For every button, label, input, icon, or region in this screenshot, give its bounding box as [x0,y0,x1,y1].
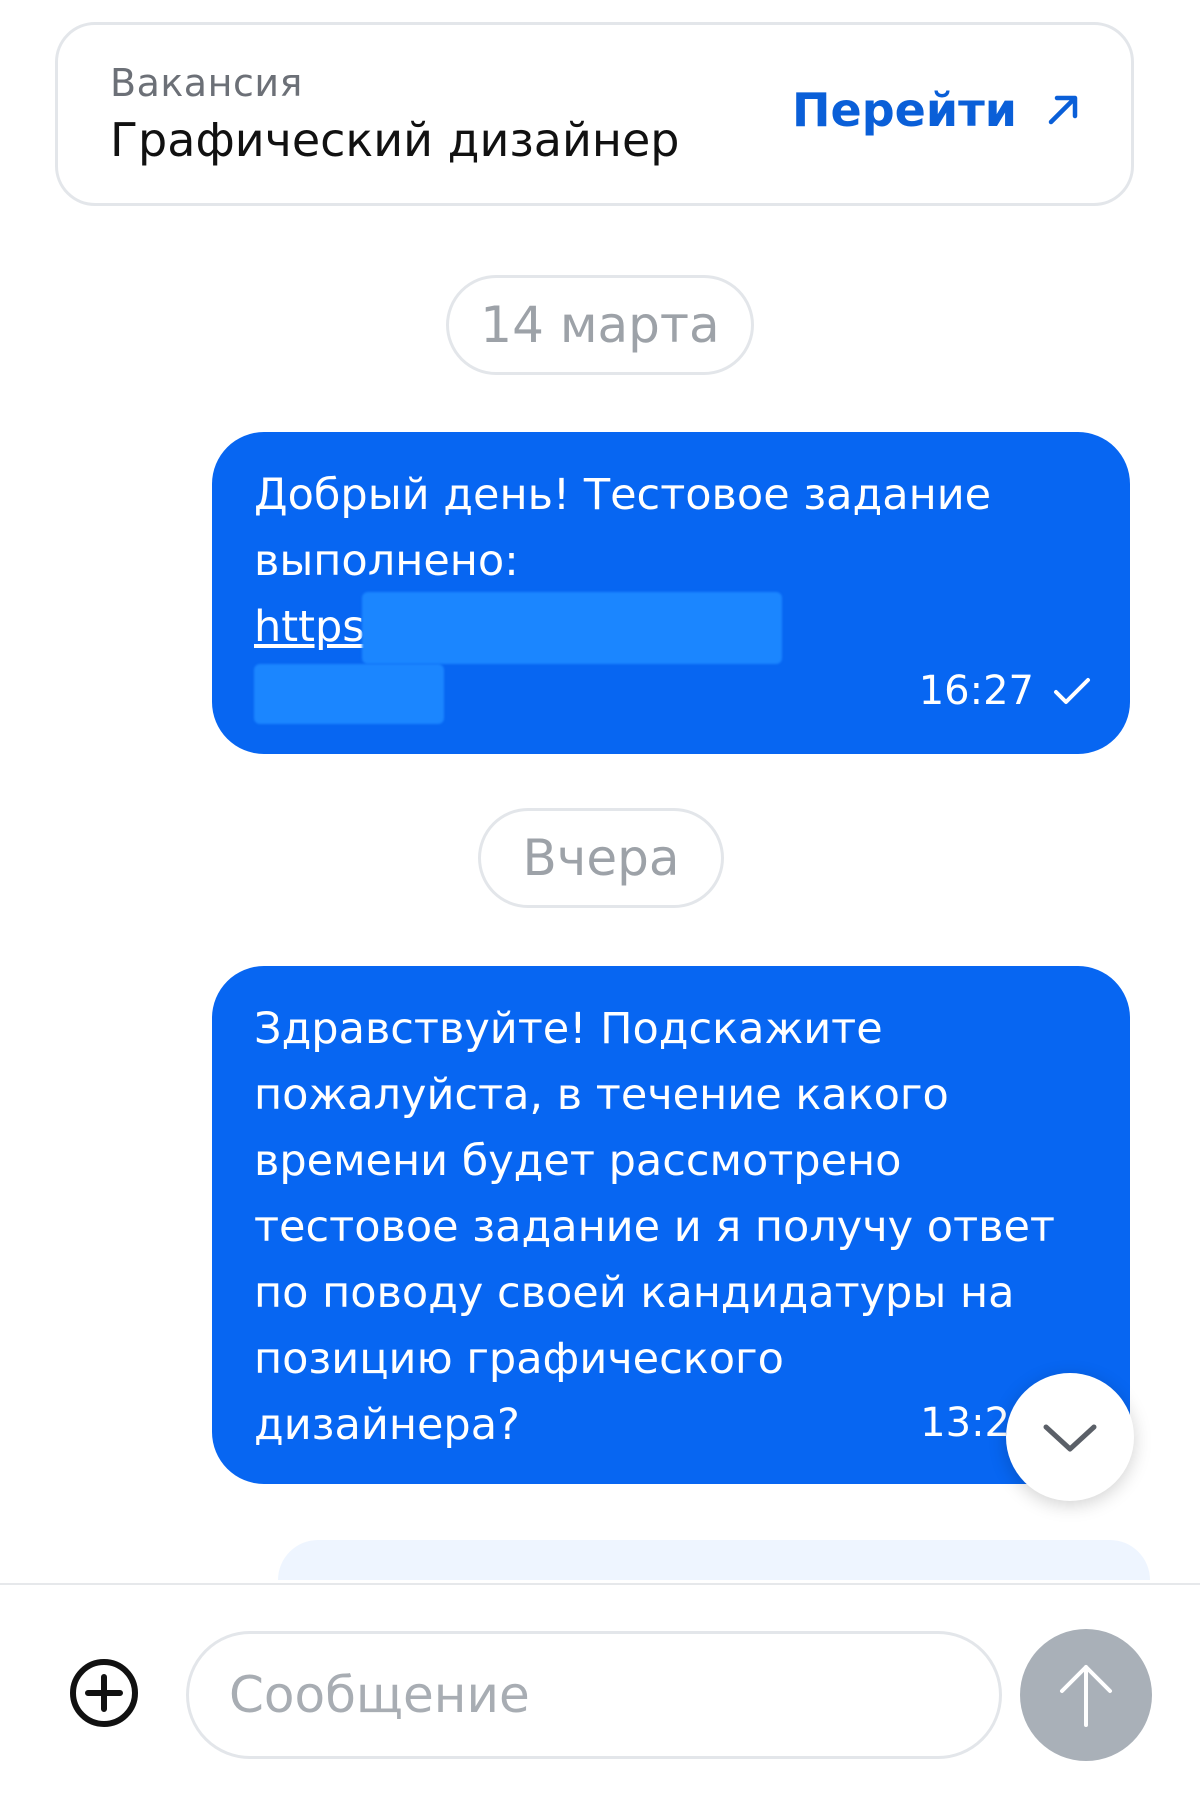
redacted-area [254,664,444,724]
date-separator: 14 марта [446,275,754,375]
outgoing-message[interactable]: Добрый день! Тестовое задание выполнено:… [212,432,1130,754]
message-input[interactable] [186,1631,1002,1759]
outgoing-message[interactable]: Здравствуйте! Подскажите пожалуйста, в т… [212,966,1130,1484]
send-button[interactable] [1020,1629,1152,1761]
message-meta: 13:2 [920,1400,1010,1446]
plus-circle-icon [70,1659,138,1727]
scroll-down-button[interactable] [1006,1373,1134,1501]
date-separator: Вчера [478,808,724,908]
partial-message [278,1540,1150,1580]
check-icon [1054,678,1090,704]
message-text: Добрый день! Тестовое задание выполнено: [254,470,992,586]
chat-screen: Вакансия Графический дизайнер Перейти 14… [0,0,1200,1813]
goto-label: Перейти [792,83,1017,137]
message-time: 16:27 [918,668,1034,714]
redacted-area [362,592,782,664]
attach-button[interactable] [68,1657,140,1729]
composer [0,1583,1200,1813]
vacancy-title: Графический дизайнер [110,113,680,167]
message-time: 13:2 [920,1400,1010,1446]
vacancy-kicker: Вакансия [110,61,303,105]
vacancy-card: Вакансия Графический дизайнер Перейти [55,22,1134,206]
goto-vacancy-link[interactable]: Перейти [792,83,1083,137]
chevron-down-icon [1043,1424,1097,1452]
arrow-up-icon [1060,1665,1112,1727]
message-meta: 16:27 [919,668,1092,714]
message-text: Здравствуйте! Подскажите пожалуйста, в т… [254,1004,1055,1450]
arrow-up-right-icon [1048,95,1078,125]
